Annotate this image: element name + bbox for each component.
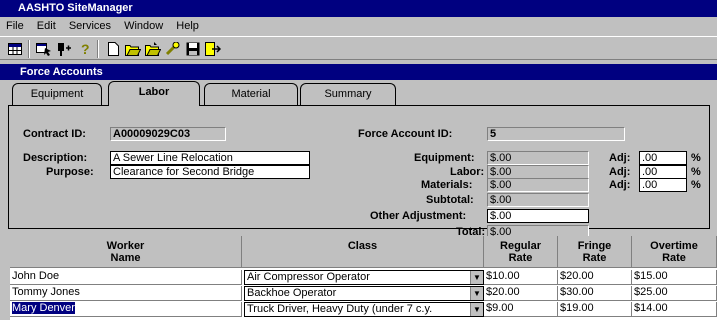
table-cell-worker-name[interactable]: Tommy Jones <box>10 286 242 301</box>
column-header-regular-rate[interactable]: Regular Rate <box>484 236 558 268</box>
description-label: Description: <box>23 152 88 164</box>
app-title: AASHTO SiteManager <box>18 2 133 14</box>
app-title-bar: AASHTO SiteManager <box>0 0 717 17</box>
purpose-label: Purpose: <box>46 166 94 178</box>
selected-worker-name[interactable]: Mary Denver <box>12 302 75 314</box>
percent-sign: % <box>691 152 701 164</box>
menu-file[interactable]: File <box>2 17 28 35</box>
class-value: Backhoe Operator <box>247 287 337 299</box>
adj-materials-label: Adj: <box>609 179 631 191</box>
explorer-icon[interactable] <box>35 40 53 58</box>
exit-icon[interactable] <box>204 40 222 58</box>
materials-amount: $.00 <box>487 178 589 192</box>
menu-bar: File Edit Services Window Help <box>0 17 717 35</box>
force-account-id-label: Force Account ID: <box>358 128 453 140</box>
labor-label: Labor: <box>450 166 485 178</box>
materials-label: Materials: <box>421 179 473 191</box>
help-icon[interactable]: ? <box>75 40 93 58</box>
contract-id-field: A00009029C03 <box>110 127 226 141</box>
equipment-amount: $.00 <box>487 151 589 165</box>
chevron-down-icon[interactable]: ▼ <box>470 303 483 316</box>
menu-services[interactable]: Services <box>65 17 115 35</box>
subtotal-label: Subtotal: <box>426 194 474 206</box>
save-icon[interactable] <box>184 40 202 58</box>
tab-labor[interactable]: Labor <box>108 81 200 106</box>
other-adjustment-label: Other Adjustment: <box>370 210 467 222</box>
adj-labor-label: Adj: <box>609 166 631 178</box>
class-dropdown[interactable]: Air Compressor Operator ▼ <box>244 270 484 285</box>
table-cell-fringe-rate[interactable]: $19.00 <box>558 302 632 317</box>
force-account-id-field: 5 <box>487 127 625 141</box>
table-cell-regular-rate[interactable]: $20.00 <box>484 286 558 301</box>
open-icon[interactable] <box>124 40 142 58</box>
menu-help[interactable]: Help <box>172 17 203 35</box>
new-icon[interactable] <box>104 40 122 58</box>
column-header-overtime-rate[interactable]: Overtime Rate <box>632 236 717 268</box>
table-cell-worker-name[interactable]: John Doe <box>10 270 242 285</box>
equipment-label: Equipment: <box>414 152 475 164</box>
adj-equipment-label: Adj: <box>609 152 631 164</box>
table-cell-worker-name[interactable]: Mary Denver <box>10 302 242 317</box>
column-header-class[interactable]: Class <box>242 236 484 268</box>
chevron-down-icon[interactable]: ▼ <box>470 271 483 284</box>
grid-icon[interactable] <box>6 40 24 58</box>
tab-equipment[interactable]: Equipment <box>12 83 102 105</box>
window-title-bar: Force Accounts <box>0 64 717 80</box>
class-value: Truck Driver, Heavy Duty (under 7 c.y. <box>247 303 433 315</box>
menu-edit[interactable]: Edit <box>33 17 60 35</box>
open-multi-icon[interactable] <box>144 40 162 58</box>
table-cell-overtime-rate[interactable]: $15.00 <box>632 270 717 285</box>
tab-material[interactable]: Material <box>204 83 298 105</box>
svg-text:?: ? <box>81 42 90 56</box>
chevron-down-icon[interactable]: ▼ <box>470 287 483 300</box>
contract-id-label: Contract ID: <box>23 128 86 140</box>
window-title: Force Accounts <box>20 66 103 78</box>
table-cell-fringe-rate[interactable]: $20.00 <box>558 270 632 285</box>
table-cell-regular-rate[interactable]: $10.00 <box>484 270 558 285</box>
column-header-fringe-rate[interactable]: Fringe Rate <box>558 236 632 268</box>
pin-icon[interactable] <box>55 40 73 58</box>
table-cell-overtime-rate[interactable]: $25.00 <box>632 286 717 301</box>
tab-summary[interactable]: Summary <box>300 83 396 105</box>
adj-labor-input[interactable]: .00 <box>639 165 687 179</box>
description-input[interactable]: A Sewer Line Relocation <box>110 151 310 165</box>
percent-sign: % <box>691 166 701 178</box>
table-cell-fringe-rate[interactable]: $30.00 <box>558 286 632 301</box>
table-cell-overtime-rate[interactable]: $14.00 <box>632 302 717 317</box>
percent-sign: % <box>691 179 701 191</box>
column-header-worker-name[interactable]: Worker Name <box>10 236 242 268</box>
class-dropdown[interactable]: Truck Driver, Heavy Duty (under 7 c.y. ▼ <box>244 302 484 317</box>
menu-window[interactable]: Window <box>120 17 167 35</box>
toolbar: ? <box>0 36 717 60</box>
purpose-input[interactable]: Clearance for Second Bridge <box>110 165 310 179</box>
class-dropdown[interactable]: Backhoe Operator ▼ <box>244 286 484 301</box>
tools-icon[interactable] <box>164 40 182 58</box>
other-adjustment-input[interactable]: $.00 <box>487 209 589 223</box>
adj-materials-input[interactable]: .00 <box>639 178 687 192</box>
adj-equipment-input[interactable]: .00 <box>639 151 687 165</box>
table-cell-regular-rate[interactable]: $9.00 <box>484 302 558 317</box>
labor-amount: $.00 <box>487 165 589 179</box>
subtotal-amount: $.00 <box>487 193 589 207</box>
class-value: Air Compressor Operator <box>247 271 370 283</box>
